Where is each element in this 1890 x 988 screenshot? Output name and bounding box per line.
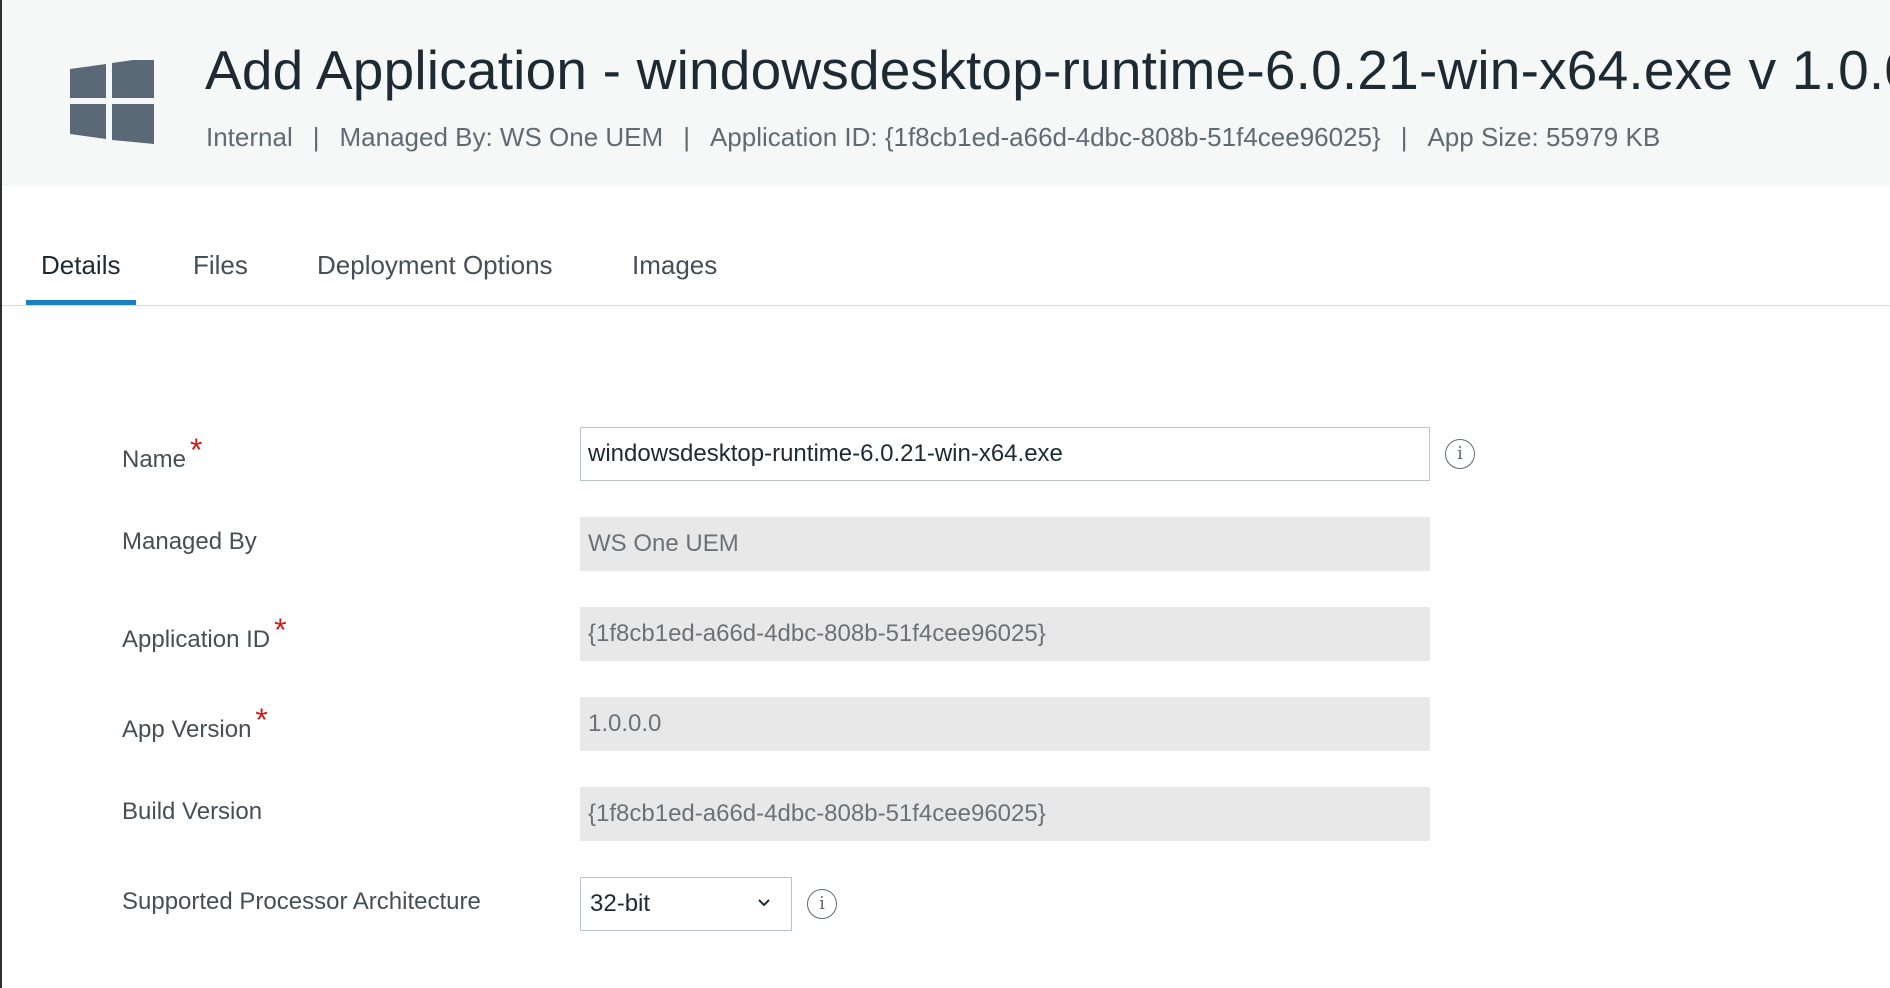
processor-architecture-info-icon[interactable]: i <box>807 889 837 919</box>
app-header: Add Application - windowsdesktop-runtime… <box>2 0 1890 186</box>
required-marker: * <box>190 432 203 468</box>
meta-separator: | <box>683 122 690 152</box>
page-title: Add Application - windowsdesktop-runtime… <box>205 39 1890 101</box>
required-marker: * <box>274 612 287 648</box>
tab-bar: Details Files Deployment Options Images <box>2 186 1890 306</box>
app-meta-line: Internal | Managed By: WS One UEM | Applicat… <box>206 122 1660 153</box>
active-tab-indicator <box>26 300 136 305</box>
meta-separator: | <box>1400 122 1408 152</box>
page: Add Application - windowsdesktop-runtime… <box>0 0 1890 988</box>
app-version-label: App Version * <box>122 702 268 743</box>
name-label: Name * <box>122 432 203 473</box>
build-version-label: Build Version <box>122 798 263 825</box>
required-marker: * <box>255 702 268 738</box>
managed-by-field: WS One UEM <box>580 517 1430 571</box>
tab-files[interactable]: Files <box>193 250 248 281</box>
processor-architecture-select[interactable]: 32-bit <box>580 877 792 931</box>
tab-details[interactable]: Details <box>41 250 120 281</box>
tab-images[interactable]: Images <box>632 250 717 281</box>
tab-deployment-options[interactable]: Deployment Options <box>317 250 553 281</box>
name-input[interactable]: windowsdesktop-runtime-6.0.21-win-x64.ex… <box>580 427 1430 481</box>
meta-separator: | <box>312 122 320 152</box>
app-version-field: 1.0.0.0 <box>580 697 1430 751</box>
app-type: Internal <box>206 122 293 152</box>
app-size: App Size: 55979 KB <box>1427 122 1661 152</box>
managed-by-label: Managed By <box>122 528 257 555</box>
app-application-id: Application ID: {1f8cb1ed-a66d-4dbc-808b… <box>709 122 1381 152</box>
app-managed-by: Managed By: WS One UEM <box>339 122 664 152</box>
processor-architecture-label: Supported Processor Architecture <box>122 888 481 915</box>
processor-architecture-value: 32-bit <box>590 890 651 917</box>
application-id-field: {1f8cb1ed-a66d-4dbc-808b-51f4cee96025} <box>580 607 1430 661</box>
application-id-label: Application ID * <box>122 612 287 653</box>
name-info-icon[interactable]: i <box>1445 439 1475 469</box>
windows-logo-icon <box>70 60 154 144</box>
chevron-down-icon <box>758 899 770 907</box>
build-version-field: {1f8cb1ed-a66d-4dbc-808b-51f4cee96025} <box>580 787 1430 841</box>
